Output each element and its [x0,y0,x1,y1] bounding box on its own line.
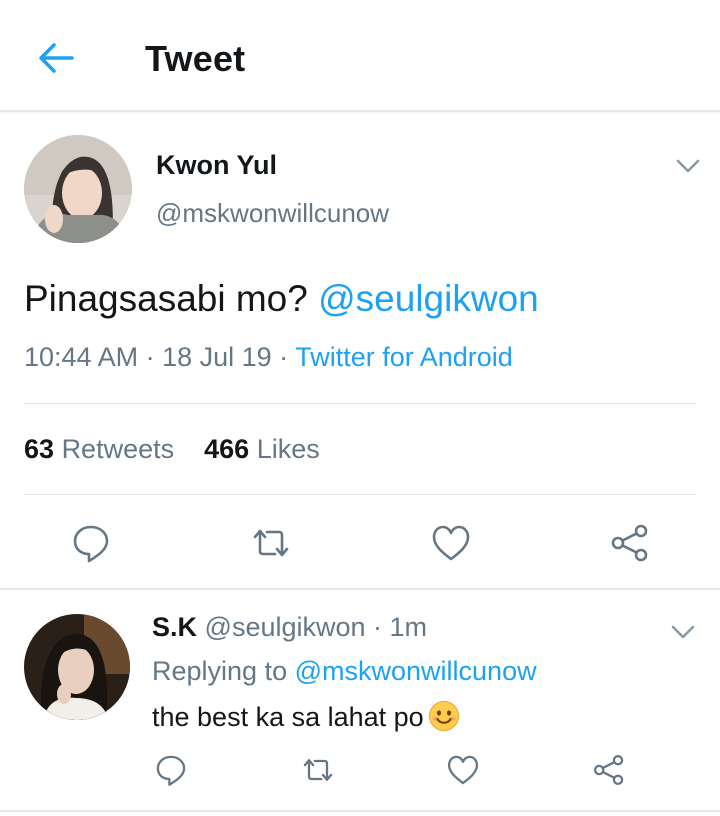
tweet-detail-screen: Tweet Kwon Yul @mskwonwillcunow Pinagsas… [0,0,720,816]
arrow-left-icon [39,43,74,73]
reply-author-avatar[interactable] [24,614,130,720]
section-separator [0,810,720,812]
meta-separator: · [271,342,296,372]
top-bar: Tweet [0,0,720,112]
share-button[interactable] [608,521,652,565]
tweet-text: Pinagsasabi mo? @seulgikwon [24,278,539,320]
retweet-icon [303,759,333,781]
tweet-time: 10:44 AM [24,342,139,372]
section-separator [0,588,720,590]
replying-to-link[interactable]: @mskwonwillcunow [295,656,537,686]
reply-icon [73,525,109,563]
meta-separator: · [365,612,390,642]
replying-to: Replying to @mskwonwillcunow [152,656,537,687]
retweets-label: Retweets [61,434,175,464]
avatar-image [24,135,132,243]
smiling-face-emoji [428,700,460,732]
reply-share-button[interactable] [591,752,627,788]
reply-retweet-button[interactable] [300,752,336,788]
tweet-source-link[interactable]: Twitter for Android [295,342,513,372]
tweet-meta: 10:44 AM · 18 Jul 19 · Twitter for Andro… [24,342,513,373]
retweet-icon [253,529,289,557]
reply-time: 1m [389,612,428,642]
like-icon [432,525,470,561]
retweet-button[interactable] [249,521,293,565]
reply-body: the best ka sa lahat po [152,702,424,732]
avatar-image [24,614,130,720]
likes-count: 466 [204,434,250,464]
tweet-stats: 63 Retweets 466 Likes [24,434,320,465]
tweet-mention-link[interactable]: @seulgikwon [318,278,539,319]
reply-button[interactable] [69,521,113,565]
reply-text: the best ka sa lahat po [152,700,460,733]
retweets-count: 63 [24,434,55,464]
reply-reply-button[interactable] [153,752,189,788]
likes-stat[interactable]: 466 Likes [204,434,320,464]
divider [24,403,696,404]
tweet-menu-button[interactable] [674,156,702,176]
like-button[interactable] [429,521,473,565]
reply-header: S.K @seulgikwon · 1m [152,612,427,643]
author-name[interactable]: Kwon Yul [156,150,277,181]
likes-label: Likes [256,434,320,464]
divider [24,494,696,495]
share-icon [611,524,648,562]
author-avatar[interactable] [24,135,132,243]
chevron-down-icon [676,159,700,173]
like-icon [447,755,479,785]
meta-separator: · [138,342,163,372]
author-handle[interactable]: @mskwonwillcunow [156,198,389,229]
tweet-body: Pinagsasabi mo? [24,278,308,319]
reply-author-handle[interactable]: @seulgikwon [205,612,366,642]
replying-prefix: Replying to [152,656,288,686]
tweet-date: 18 Jul 19 [162,342,272,372]
chevron-down-icon [671,625,695,639]
reply-menu-button[interactable] [669,622,697,642]
share-icon [593,754,624,786]
page-title: Tweet [145,38,246,79]
reply-icon [156,755,186,786]
retweets-stat[interactable]: 63 Retweets [24,434,174,464]
reply-author-name[interactable]: S.K [152,612,197,642]
back-button[interactable] [36,38,76,78]
reply-like-button[interactable] [445,752,481,788]
